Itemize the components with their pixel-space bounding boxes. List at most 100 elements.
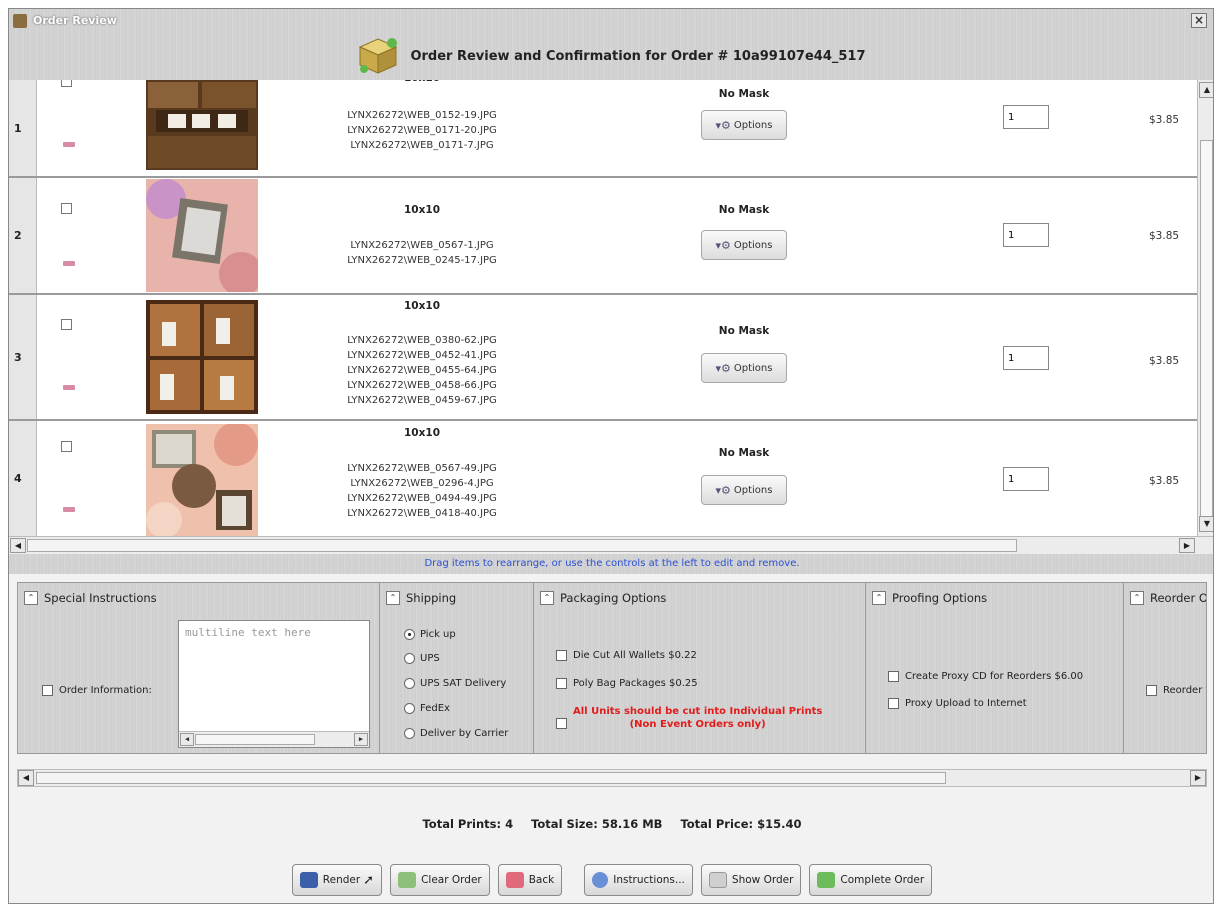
complete-order-button[interactable]: Complete Order <box>809 864 933 896</box>
radio-selected[interactable] <box>404 629 415 640</box>
checkbox[interactable] <box>888 671 899 682</box>
shipping-option-carrier[interactable]: Deliver by Carrier <box>404 728 508 739</box>
app-icon <box>13 13 27 28</box>
proxy-cd-option[interactable]: Create Proxy CD for Reorders $6.00 <box>888 671 1083 682</box>
panels-horizontal-scrollbar[interactable]: ◀ ▶ <box>17 769 1207 787</box>
checkbox[interactable] <box>888 698 899 709</box>
options-button[interactable]: ▾⚙ Options <box>701 230 787 260</box>
shipping-panel: ⌃ Shipping Pick up UPS UPS SAT Delivery … <box>380 583 534 753</box>
remove-item-icon[interactable] <box>63 142 75 147</box>
file-name: LYNX26272\WEB_0494-49.JPG <box>347 493 497 504</box>
individual-prints-option[interactable]: All Units should be cut into Individual … <box>556 705 822 731</box>
order-review-window: Order Review × Order Review and Confirma… <box>8 8 1214 904</box>
order-information-textarea[interactable]: multiline text here ◀ ▶ <box>178 620 370 748</box>
render-button[interactable]: Render ➚ <box>291 864 383 896</box>
scroll-thumb[interactable] <box>27 539 1017 552</box>
scroll-right-icon[interactable]: ▶ <box>354 733 368 746</box>
collapse-icon[interactable]: ⌃ <box>872 591 886 605</box>
textarea-scrollbar[interactable]: ◀ ▶ <box>179 731 369 747</box>
order-information-checkbox[interactable] <box>42 685 53 696</box>
checkbox[interactable] <box>556 650 567 661</box>
file-name: LYNX26272\WEB_0452-41.JPG <box>347 350 497 361</box>
row-select-checkbox[interactable] <box>61 80 72 87</box>
radio[interactable] <box>404 653 415 664</box>
options-button[interactable]: ▾⚙ Options <box>701 353 787 383</box>
back-button[interactable]: Back <box>497 864 563 896</box>
shipping-option-fedex[interactable]: FedEx <box>404 703 450 714</box>
row-select-checkbox[interactable] <box>61 319 72 330</box>
file-name: LYNX26272\WEB_0459-67.JPG <box>347 395 497 406</box>
scroll-up-icon[interactable]: ▲ <box>1199 82 1213 98</box>
item-thumbnail <box>146 80 258 170</box>
quantity-field[interactable] <box>1003 467 1049 491</box>
remove-item-icon[interactable] <box>63 385 75 390</box>
shipping-option-pickup[interactable]: Pick up <box>404 629 456 640</box>
scroll-thumb[interactable] <box>195 734 315 745</box>
collapse-icon[interactable]: ⌃ <box>386 591 400 605</box>
quantity-field[interactable] <box>1003 346 1049 370</box>
grid-horizontal-scrollbar[interactable]: ◀ ▶ <box>9 536 1213 554</box>
order-information-option[interactable]: Order Information: <box>42 685 152 696</box>
options-button[interactable]: ▾⚙ Options <box>701 475 787 505</box>
table-row[interactable]: 2 10x10 LYNX26272\WEB_0567-1.JPG LYNX262… <box>9 178 1197 295</box>
item-files: LYNX26272\WEB_0567-49.JPG LYNX26272\WEB_… <box>322 461 522 521</box>
radio[interactable] <box>404 728 415 739</box>
scroll-left-icon[interactable]: ◀ <box>10 538 26 553</box>
collapse-icon[interactable]: ⌃ <box>1130 591 1144 605</box>
radio[interactable] <box>404 703 415 714</box>
row-number: 3 <box>9 295 37 419</box>
row-number: 1 <box>9 80 37 176</box>
proxy-upload-option[interactable]: Proxy Upload to Internet <box>888 698 1027 709</box>
options-icon: ▾⚙ <box>715 361 731 375</box>
close-button[interactable]: × <box>1191 13 1207 28</box>
checkbox[interactable] <box>556 678 567 689</box>
item-price: $3.85 <box>1149 230 1180 242</box>
item-mask: No Mask <box>718 325 770 337</box>
quantity-field[interactable] <box>1003 223 1049 247</box>
shipping-option-ups[interactable]: UPS <box>404 653 440 664</box>
shipping-option-ups-sat[interactable]: UPS SAT Delivery <box>404 678 506 689</box>
collapse-icon[interactable]: ⌃ <box>540 591 554 605</box>
panel-header: ⌃ Proofing Options <box>872 591 987 605</box>
item-size: 10x10 <box>404 300 440 312</box>
scroll-right-icon[interactable]: ▶ <box>1179 538 1195 553</box>
show-order-button[interactable]: Show Order <box>700 864 802 896</box>
collapse-icon[interactable]: ⌃ <box>24 591 38 605</box>
remove-item-icon[interactable] <box>63 507 75 512</box>
item-price: $3.85 <box>1149 355 1180 367</box>
row-select-checkbox[interactable] <box>61 441 72 452</box>
item-files: LYNX26272\WEB_0152-19.JPG LYNX26272\WEB_… <box>322 108 522 153</box>
total-prints: Total Prints: 4 <box>422 817 514 831</box>
scroll-down-icon[interactable]: ▼ <box>1199 516 1213 532</box>
poly-bag-option[interactable]: Poly Bag Packages $0.25 <box>556 678 698 689</box>
scroll-thumb[interactable] <box>36 772 946 784</box>
remove-item-icon[interactable] <box>63 261 75 266</box>
scroll-right-icon[interactable]: ▶ <box>1190 770 1206 786</box>
checkbox[interactable] <box>556 717 567 729</box>
item-thumbnail <box>146 179 258 292</box>
total-size: Total Size: 58.16 MB <box>531 817 663 831</box>
reorder-option[interactable]: Reorder t <box>1146 685 1206 696</box>
file-name: LYNX26272\WEB_0152-19.JPG <box>347 110 497 121</box>
checkbox[interactable] <box>1146 685 1157 696</box>
radio[interactable] <box>404 678 415 689</box>
scroll-left-icon[interactable]: ◀ <box>180 733 194 746</box>
die-cut-wallets-option[interactable]: Die Cut All Wallets $0.22 <box>556 650 697 661</box>
quantity-field[interactable] <box>1003 105 1049 129</box>
special-instructions-panel: ⌃ Special Instructions Order Information… <box>18 583 380 753</box>
monitor-icon <box>299 872 318 888</box>
row-number: 2 <box>9 178 37 293</box>
options-button[interactable]: ▾⚙ Options <box>701 110 787 140</box>
table-row[interactable]: 1 10x10 LYNX26272\WEB_0152-19.JPG LYN <box>9 80 1197 178</box>
item-mask: No Mask <box>718 204 770 216</box>
scroll-thumb[interactable] <box>1200 140 1213 520</box>
row-select-checkbox[interactable] <box>61 203 72 214</box>
table-row[interactable]: 4 10x10 LYNX26272\WEB_0567-49.JPG LYNX26… <box>9 421 1197 536</box>
table-row[interactable]: 3 10x10 LYNX26272\WEB_0380-62.JPG LYNX26… <box>9 295 1197 421</box>
clear-order-button[interactable]: Clear Order <box>390 864 490 896</box>
instructions-button[interactable]: Instructions... <box>584 864 693 896</box>
vertical-scrollbar[interactable]: ▲ ▼ <box>1197 80 1213 536</box>
file-name: LYNX26272\WEB_0245-17.JPG <box>347 255 497 266</box>
scroll-left-icon[interactable]: ◀ <box>18 770 34 786</box>
file-name: LYNX26272\WEB_0380-62.JPG <box>347 335 497 346</box>
